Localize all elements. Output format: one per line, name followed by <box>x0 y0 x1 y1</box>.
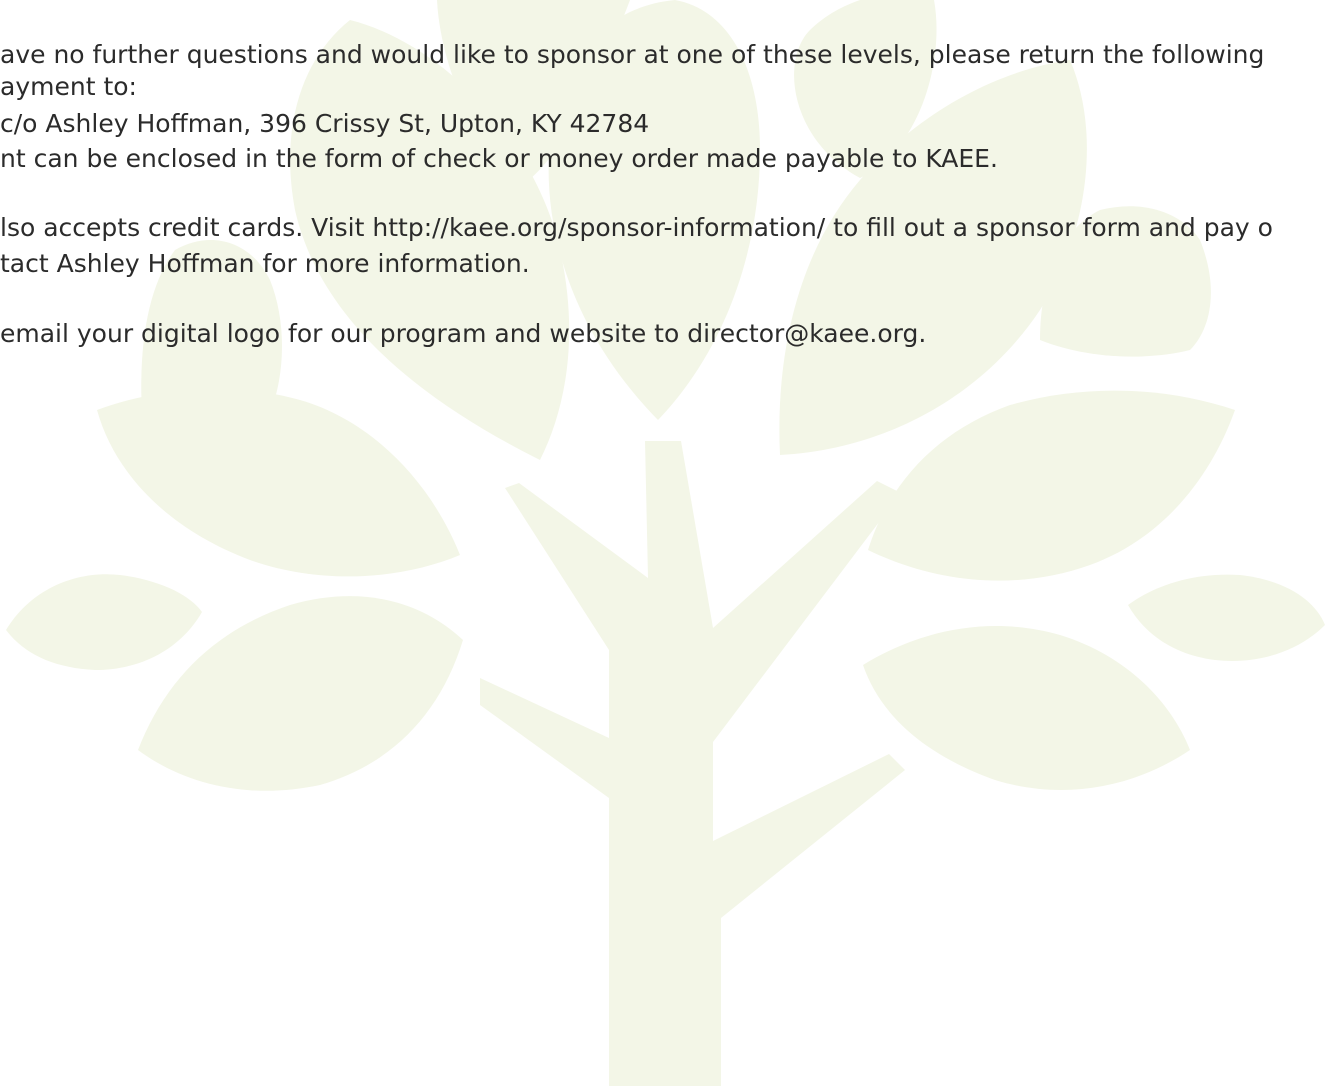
paragraph-2-line-2: tact Ashley Hoffman for more information… <box>0 249 530 278</box>
paragraph-1-line-4: nt can be enclosed in the form of check … <box>0 144 998 173</box>
paragraph-3-line-1: email your digital logo for our program … <box>0 319 927 348</box>
paragraph-1-line-2: ayment to: <box>0 72 137 101</box>
paragraph-1-line-3: c/o Ashley Hoffman, 396 Crissy St, Upton… <box>0 109 650 138</box>
paragraph-2-line-1: lso accepts credit cards. Visit http://k… <box>0 213 1273 242</box>
document-page: ave no further questions and would like … <box>0 0 1332 1086</box>
paragraph-1-line-1: ave no further questions and would like … <box>0 40 1265 69</box>
document-text: ave no further questions and would like … <box>0 0 1332 1086</box>
